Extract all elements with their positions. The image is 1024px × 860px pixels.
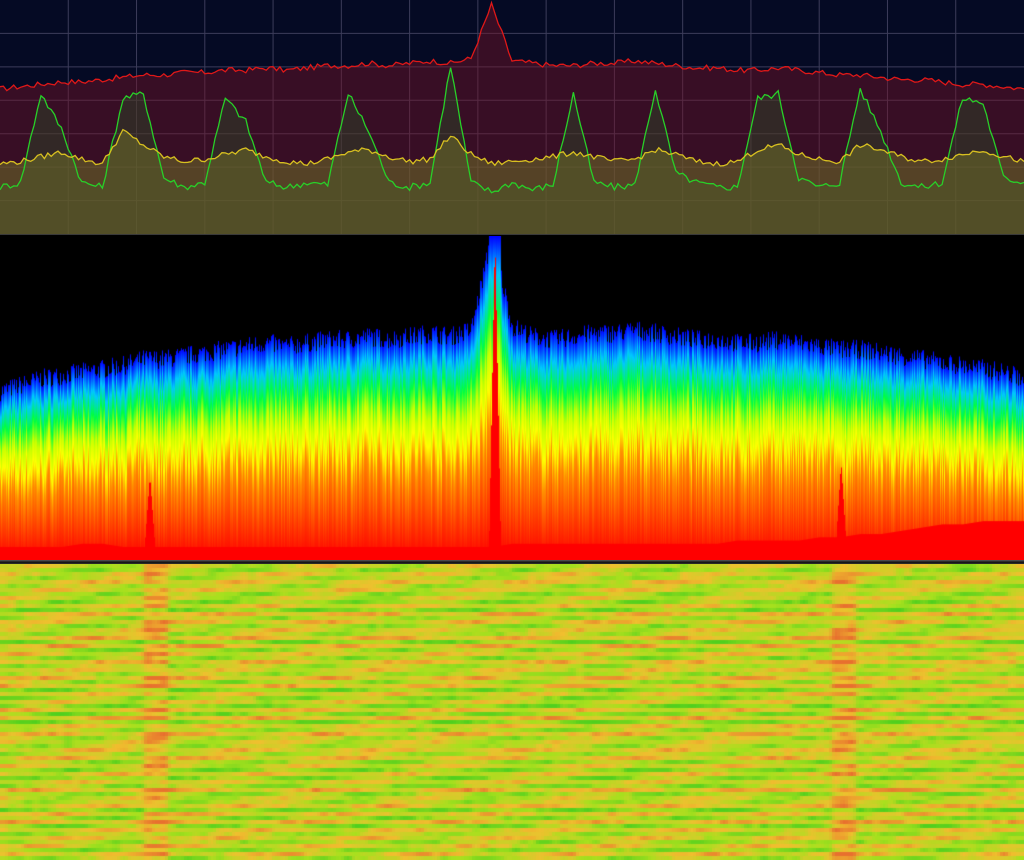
spectrum-analyzer-view [0,0,1024,860]
density-spectrum-plot [0,236,1024,560]
trace-plot [0,0,1024,234]
density-spectrum-panel [0,236,1024,560]
trace-fills [0,2,1024,234]
waterfall-panel [0,564,1024,860]
trace-plot-panel [0,0,1024,235]
waterfall-spectrogram [0,564,1024,860]
